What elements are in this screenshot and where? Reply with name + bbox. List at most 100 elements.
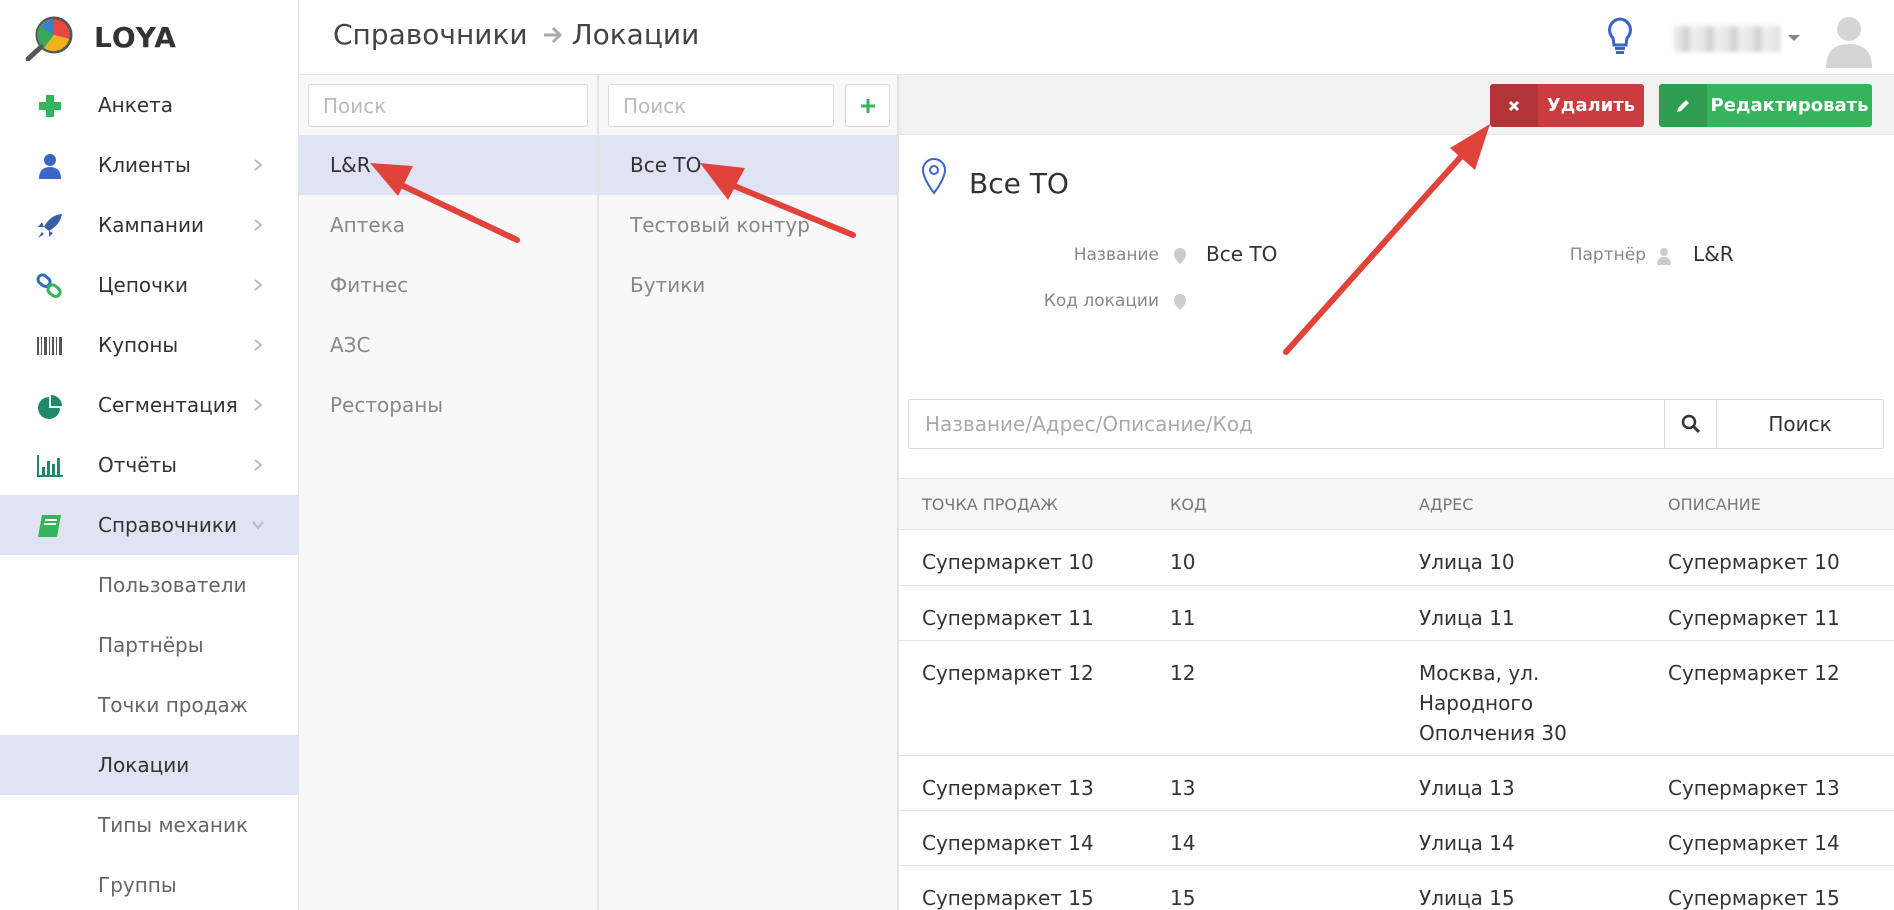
sidebar-item-chains[interactable]: Цепочки <box>0 255 298 315</box>
cell: Супермаркет 13 <box>1668 776 1840 800</box>
search-button[interactable]: Поиск <box>1716 400 1883 448</box>
name-label: Название <box>1073 245 1159 265</box>
sidebar-item-label: Справочники <box>98 513 237 537</box>
user-name-blurred[interactable] <box>1674 26 1780 52</box>
cell: Супермаркет 14 <box>922 831 1094 855</box>
delete-button[interactable]: Удалить <box>1490 84 1644 127</box>
sidebar-item-label: Цепочки <box>98 273 189 297</box>
app-name: LOYA <box>94 21 177 54</box>
sidebar-item-label: Кампании <box>98 213 204 237</box>
chevron-right-icon <box>254 339 263 351</box>
search-icon <box>1681 414 1700 434</box>
sidebar-subitem-users[interactable]: Пользователи <box>0 555 298 615</box>
link-icon <box>36 273 62 298</box>
table-header: Точка продаж Код Адрес Описание <box>899 478 1894 530</box>
top-header: Справочники Локации <box>299 0 1894 75</box>
cell: Улица 10 <box>1419 550 1515 574</box>
user-icon <box>1657 248 1671 265</box>
edit-button[interactable]: Редактировать <box>1659 84 1872 127</box>
column-header[interactable]: Точка продаж <box>922 495 1058 514</box>
table-row[interactable]: Супермаркет 10 10 Улица 10 Супермаркет 1… <box>899 530 1894 586</box>
table-search: Название/Адрес/Описание/Код Поиск <box>908 399 1884 449</box>
sidebar-item-campaigns[interactable]: Кампании <box>0 195 298 255</box>
add-location-button[interactable] <box>845 84 890 127</box>
partner-item[interactable]: Аптека <box>299 195 597 255</box>
location-detail: Удалить Редактировать Все ТО Название Вс… <box>899 75 1894 910</box>
sidebar-subitem-partners[interactable]: Партнёры <box>0 615 298 675</box>
cell: Улица 15 <box>1419 886 1515 910</box>
partner-item[interactable]: АЗС <box>299 315 597 375</box>
sidebar: LOYA Анкета Клиенты Кампании Цепочки Куп… <box>0 0 299 910</box>
breadcrumb-locations: Локации <box>571 18 700 51</box>
sidebar-item-clients[interactable]: Клиенты <box>0 135 298 195</box>
book-icon <box>38 515 61 537</box>
map-pin-icon <box>1174 248 1186 264</box>
location-item[interactable]: Тестовый контур <box>599 195 897 255</box>
column-header[interactable]: Описание <box>1668 495 1761 514</box>
table-row[interactable]: Супермаркет 14 14 Улица 14 Супермаркет 1… <box>899 811 1894 866</box>
partners-column: Поиск L&R Аптека Фитнес АЗС Рестораны <box>299 75 599 910</box>
caret-down-icon[interactable] <box>1788 35 1800 41</box>
sidebar-subitem-locations[interactable]: Локации <box>0 735 298 795</box>
partner-item[interactable]: L&R <box>299 135 597 195</box>
cell: Супермаркет 15 <box>1668 886 1840 910</box>
breadcrumb-directories[interactable]: Справочники <box>333 18 528 51</box>
cell: Супермаркет 10 <box>1668 550 1840 574</box>
sidebar-subitem-points-of-sale[interactable]: Точки продаж <box>0 675 298 735</box>
sidebar-item-reports[interactable]: Отчёты <box>0 435 298 495</box>
location-search-input[interactable]: Поиск <box>608 84 834 127</box>
sidebar-subitem-groups[interactable]: Группы <box>0 855 298 910</box>
user-icon <box>39 154 61 179</box>
barcode-icon <box>37 337 62 355</box>
partner-label: Партнёр <box>1569 245 1646 265</box>
sidebar-subitem-mechanic-types[interactable]: Типы механик <box>0 795 298 855</box>
table-row[interactable]: Супермаркет 13 13 Улица 13 Супермаркет 1… <box>899 756 1894 811</box>
location-item[interactable]: Все ТО <box>599 135 897 195</box>
chevron-right-icon <box>254 399 263 411</box>
sidebar-item-directories[interactable]: Справочники <box>0 495 298 555</box>
sidebar-item-anketa[interactable]: Анкета <box>0 75 298 135</box>
cell: Супермаркет 11 <box>1668 606 1840 630</box>
table-row[interactable]: Супермаркет 15 15 Улица 15 Супермаркет 1… <box>899 866 1894 910</box>
logo[interactable]: LOYA <box>0 0 298 75</box>
sidebar-item-label: Сегментация <box>98 393 238 417</box>
search-icon-button[interactable] <box>1664 400 1716 448</box>
cell: 13 <box>1170 776 1196 800</box>
delete-button-label: Удалить <box>1546 95 1636 116</box>
cell: 14 <box>1170 831 1196 855</box>
map-pin-icon <box>921 157 947 195</box>
bar-chart-icon <box>37 455 63 477</box>
cell: Улица 11 <box>1419 606 1515 630</box>
arrow-right-icon <box>543 26 562 43</box>
plus-icon <box>39 95 61 117</box>
partner-item[interactable]: Рестораны <box>299 375 597 435</box>
cell: Супермаркет 14 <box>1668 831 1840 855</box>
action-bar: Удалить Редактировать <box>899 75 1894 135</box>
edit-button-label: Редактировать <box>1710 95 1869 116</box>
map-pin-icon <box>1174 294 1186 310</box>
table-search-input[interactable]: Название/Адрес/Описание/Код <box>909 400 1664 448</box>
points-table: Точка продаж Код Адрес Описание Супермар… <box>899 478 1894 910</box>
location-item[interactable]: Бутики <box>599 255 897 315</box>
partner-search-input[interactable]: Поиск <box>308 84 588 127</box>
chevron-right-icon <box>254 219 263 231</box>
sidebar-item-segmentation[interactable]: Сегментация <box>0 375 298 435</box>
cell: Москва, ул. Народного Ополчения 30 <box>1419 661 1567 745</box>
cell: 12 <box>1170 661 1196 685</box>
partner-value: L&R <box>1693 242 1734 266</box>
avatar[interactable] <box>1824 12 1874 68</box>
code-label: Код локации <box>1043 291 1159 311</box>
sidebar-item-label: Клиенты <box>98 153 191 177</box>
partner-item[interactable]: Фитнес <box>299 255 597 315</box>
column-header[interactable]: Код <box>1170 495 1206 514</box>
cell: 11 <box>1170 606 1196 630</box>
table-row[interactable]: Супермаркет 12 12 Москва, ул. Народного … <box>899 641 1894 756</box>
lightbulb-icon[interactable] <box>1605 16 1635 56</box>
table-row[interactable]: Супермаркет 11 11 Улица 11 Супермаркет 1… <box>899 586 1894 641</box>
cell: Супермаркет 12 <box>1668 661 1840 685</box>
sidebar-item-coupons[interactable]: Купоны <box>0 315 298 375</box>
chevron-right-icon <box>254 459 263 471</box>
cell: Супермаркет 15 <box>922 886 1094 910</box>
locations-column: Поиск Все ТО Тестовый контур Бутики <box>599 75 899 910</box>
column-header[interactable]: Адрес <box>1419 495 1619 514</box>
